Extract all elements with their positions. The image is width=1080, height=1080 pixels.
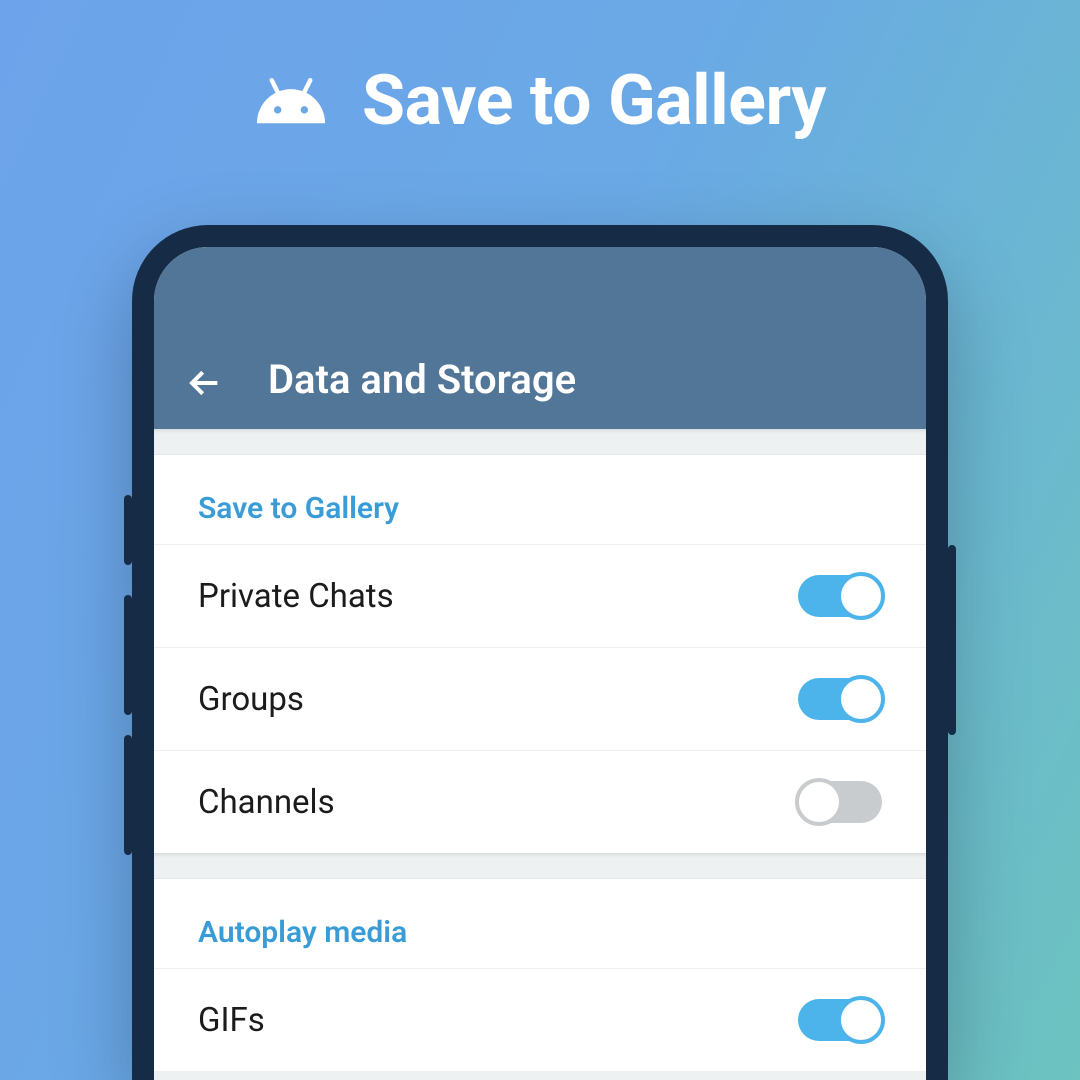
setting-label: Private Chats: [198, 577, 394, 616]
phone-side-button: [124, 735, 132, 855]
arrow-left-icon: [188, 367, 220, 399]
section-title: Save to Gallery: [154, 455, 926, 544]
page-title: Save to Gallery: [362, 60, 826, 142]
setting-label: Channels: [198, 783, 335, 822]
section-save-to-gallery: Save to Gallery Private Chats Groups Cha…: [154, 455, 926, 853]
back-button[interactable]: [184, 363, 224, 403]
android-icon: [254, 71, 328, 131]
phone-side-button: [124, 495, 132, 565]
section-title: Autoplay media: [154, 879, 926, 968]
toggle-groups[interactable]: [798, 678, 882, 720]
section-autoplay-media: Autoplay media GIFs: [154, 879, 926, 1071]
page-header: Save to Gallery: [0, 60, 1080, 142]
phone-side-button: [948, 545, 956, 735]
setting-row-groups[interactable]: Groups: [154, 647, 926, 750]
setting-label: Groups: [198, 680, 304, 719]
phone-screen: Data and Storage Save to Gallery Private…: [154, 247, 926, 1080]
phone-frame: Data and Storage Save to Gallery Private…: [132, 225, 948, 1080]
section-divider: [154, 853, 926, 879]
setting-row-gifs[interactable]: GIFs: [154, 968, 926, 1071]
toggle-gifs[interactable]: [798, 999, 882, 1041]
toggle-channels[interactable]: [798, 781, 882, 823]
app-bar: Data and Storage: [154, 247, 926, 429]
section-divider: [154, 429, 926, 455]
toggle-private-chats[interactable]: [798, 575, 882, 617]
setting-row-private-chats[interactable]: Private Chats: [154, 544, 926, 647]
setting-row-channels[interactable]: Channels: [154, 750, 926, 853]
appbar-title: Data and Storage: [268, 356, 576, 403]
setting-label: GIFs: [198, 1001, 265, 1040]
phone-side-button: [124, 595, 132, 715]
